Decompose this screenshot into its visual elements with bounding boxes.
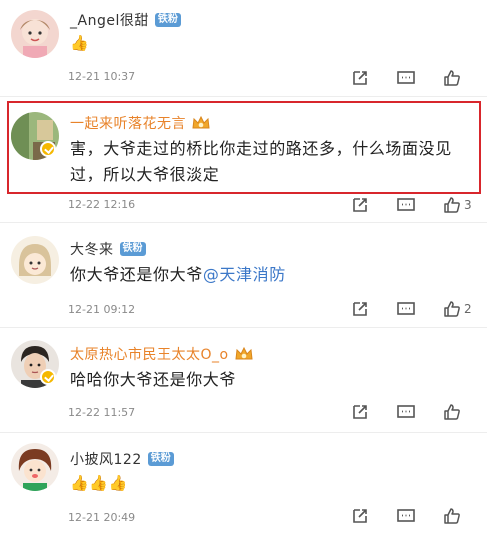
like-button[interactable]: 2 xyxy=(442,298,487,320)
comment-text: 👍 xyxy=(70,34,90,52)
share-button[interactable] xyxy=(350,67,396,89)
thumbs-up-icon xyxy=(444,197,460,213)
share-button[interactable] xyxy=(350,505,396,527)
comment-time: 12-21 10:37 xyxy=(68,70,136,83)
avatar[interactable] xyxy=(11,236,59,284)
comment-time: 12-21 09:12 xyxy=(68,303,136,316)
comment-icon xyxy=(397,302,415,315)
share-button[interactable] xyxy=(350,194,396,216)
share-button[interactable] xyxy=(350,401,396,423)
verified-icon xyxy=(40,369,56,385)
like-button[interactable] xyxy=(442,401,487,423)
divider xyxy=(0,222,487,223)
comment-time: 12-22 11:57 xyxy=(68,406,136,419)
fan-badge: 铁粉 xyxy=(147,452,174,466)
comment-icon xyxy=(397,509,415,522)
like-count: 2 xyxy=(464,302,472,316)
username[interactable]: _Angel很甜 xyxy=(70,10,149,30)
reply-button[interactable] xyxy=(396,194,442,216)
reply-button[interactable] xyxy=(396,505,442,527)
comment-text: 你大爷还是你大爷@天津消防 xyxy=(70,265,286,284)
fan-badge: 铁粉 xyxy=(119,242,146,256)
avatar[interactable] xyxy=(11,10,59,58)
like-button[interactable]: 3 xyxy=(442,194,487,216)
divider xyxy=(0,432,487,433)
comment-feed: _Angel很甜 铁粉 👍 12-21 10:37 一起来听落花无言 害，大爷走… xyxy=(0,0,487,541)
comment-time: 12-21 20:49 xyxy=(68,511,136,524)
comment-time: 12-22 12:16 xyxy=(68,198,136,211)
reply-button[interactable] xyxy=(396,401,442,423)
fan-badge: 铁粉 xyxy=(154,13,181,27)
share-icon xyxy=(353,509,367,523)
avatar[interactable] xyxy=(11,443,59,491)
share-icon xyxy=(353,302,367,316)
like-button[interactable] xyxy=(442,505,487,527)
thumbs-up-icon xyxy=(444,301,460,317)
highlight-box xyxy=(7,101,481,194)
like-count: 3 xyxy=(464,198,472,212)
comment-text: 哈哈你大爷还是你大爷 xyxy=(70,370,237,389)
username[interactable]: 大冬来 xyxy=(70,239,114,259)
divider xyxy=(0,96,487,97)
thumbs-up-icon xyxy=(444,70,460,86)
comment-text: 👍👍👍 xyxy=(70,474,128,492)
divider xyxy=(0,327,487,328)
username[interactable]: 太原热心市民王太太O_o xyxy=(70,344,229,364)
comment-icon xyxy=(397,405,415,418)
like-button[interactable] xyxy=(442,67,487,89)
comment-icon xyxy=(397,71,415,84)
reply-button[interactable] xyxy=(396,298,442,320)
share-icon xyxy=(353,198,367,212)
reply-button[interactable] xyxy=(396,67,442,89)
comment-icon xyxy=(397,198,415,211)
thumbs-up-icon xyxy=(444,404,460,420)
crown-icon xyxy=(235,346,253,360)
share-icon xyxy=(353,405,367,419)
share-icon xyxy=(353,71,367,85)
mention-link[interactable]: @天津消防 xyxy=(203,265,286,284)
thumbs-up-icon xyxy=(444,508,460,524)
share-button[interactable] xyxy=(350,298,396,320)
username[interactable]: 小披风122 xyxy=(70,449,142,469)
